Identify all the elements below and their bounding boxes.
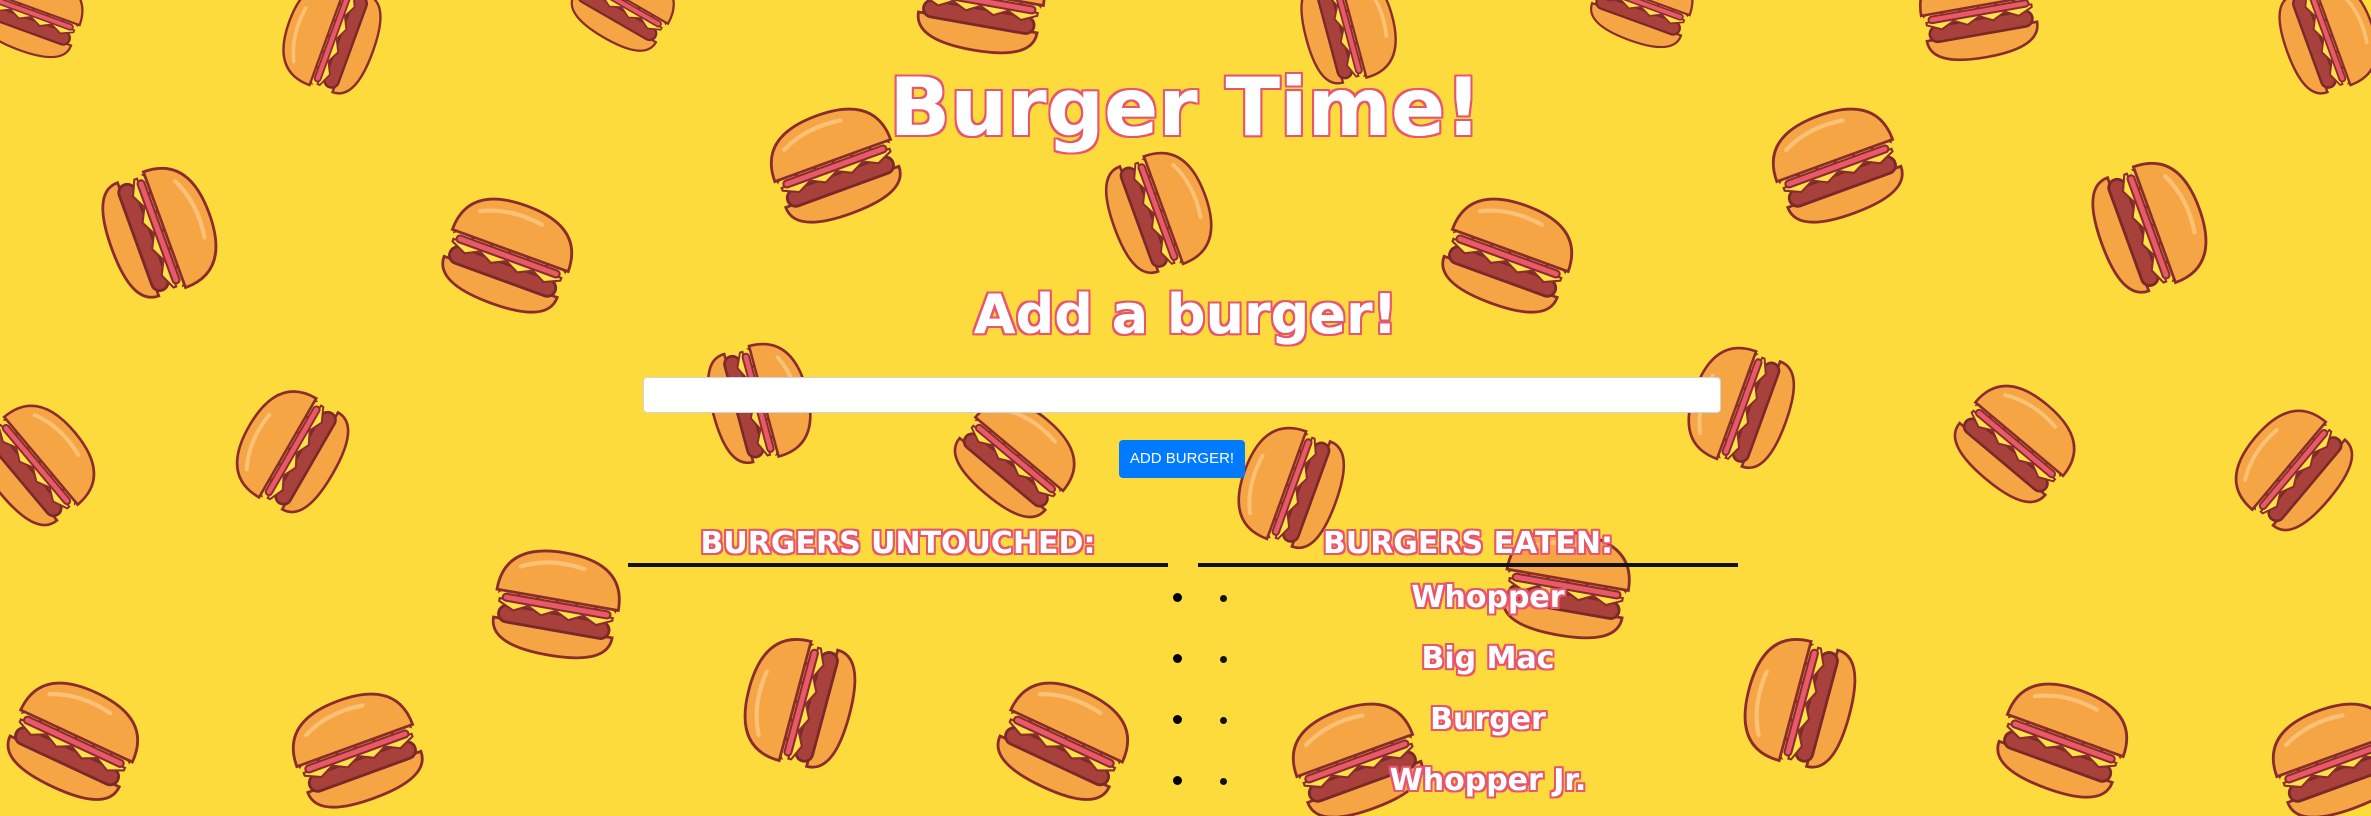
burger-name: Whopper: [1411, 580, 1565, 615]
eaten-heading: BURGERS EATEN:: [1198, 522, 1738, 567]
list-item: Big Mac: [1198, 628, 1738, 689]
eaten-column: BURGERS EATEN: Whopper Big Mac Burger Wh…: [1198, 522, 1738, 811]
bullet-icon: [1220, 717, 1227, 724]
burger-name: Whopper Jr.: [1389, 763, 1587, 798]
bullet-icon: [1220, 595, 1227, 602]
untouched-column: BURGERS UNTOUCHED:: [628, 522, 1168, 567]
page-content: Burger Time! Add a burger! ADD BURGER! B…: [0, 0, 2371, 816]
bullet-icon: [1220, 656, 1227, 663]
bullet-icon: [1220, 778, 1227, 785]
burger-name: Big Mac: [1421, 641, 1555, 676]
untouched-heading: BURGERS UNTOUCHED:: [628, 522, 1168, 567]
page-title: Burger Time!: [889, 61, 1482, 154]
eaten-list: Whopper Big Mac Burger Whopper Jr.: [1198, 567, 1738, 811]
add-burger-button[interactable]: ADD BURGER!: [1119, 440, 1245, 478]
burger-name-input[interactable]: [643, 377, 1721, 413]
list-item: Whopper Jr.: [1198, 750, 1738, 811]
burger-name: Burger: [1430, 702, 1546, 737]
list-item: Burger: [1198, 689, 1738, 750]
list-item: Whopper: [1198, 567, 1738, 628]
add-burger-heading: Add a burger!: [973, 283, 1398, 346]
